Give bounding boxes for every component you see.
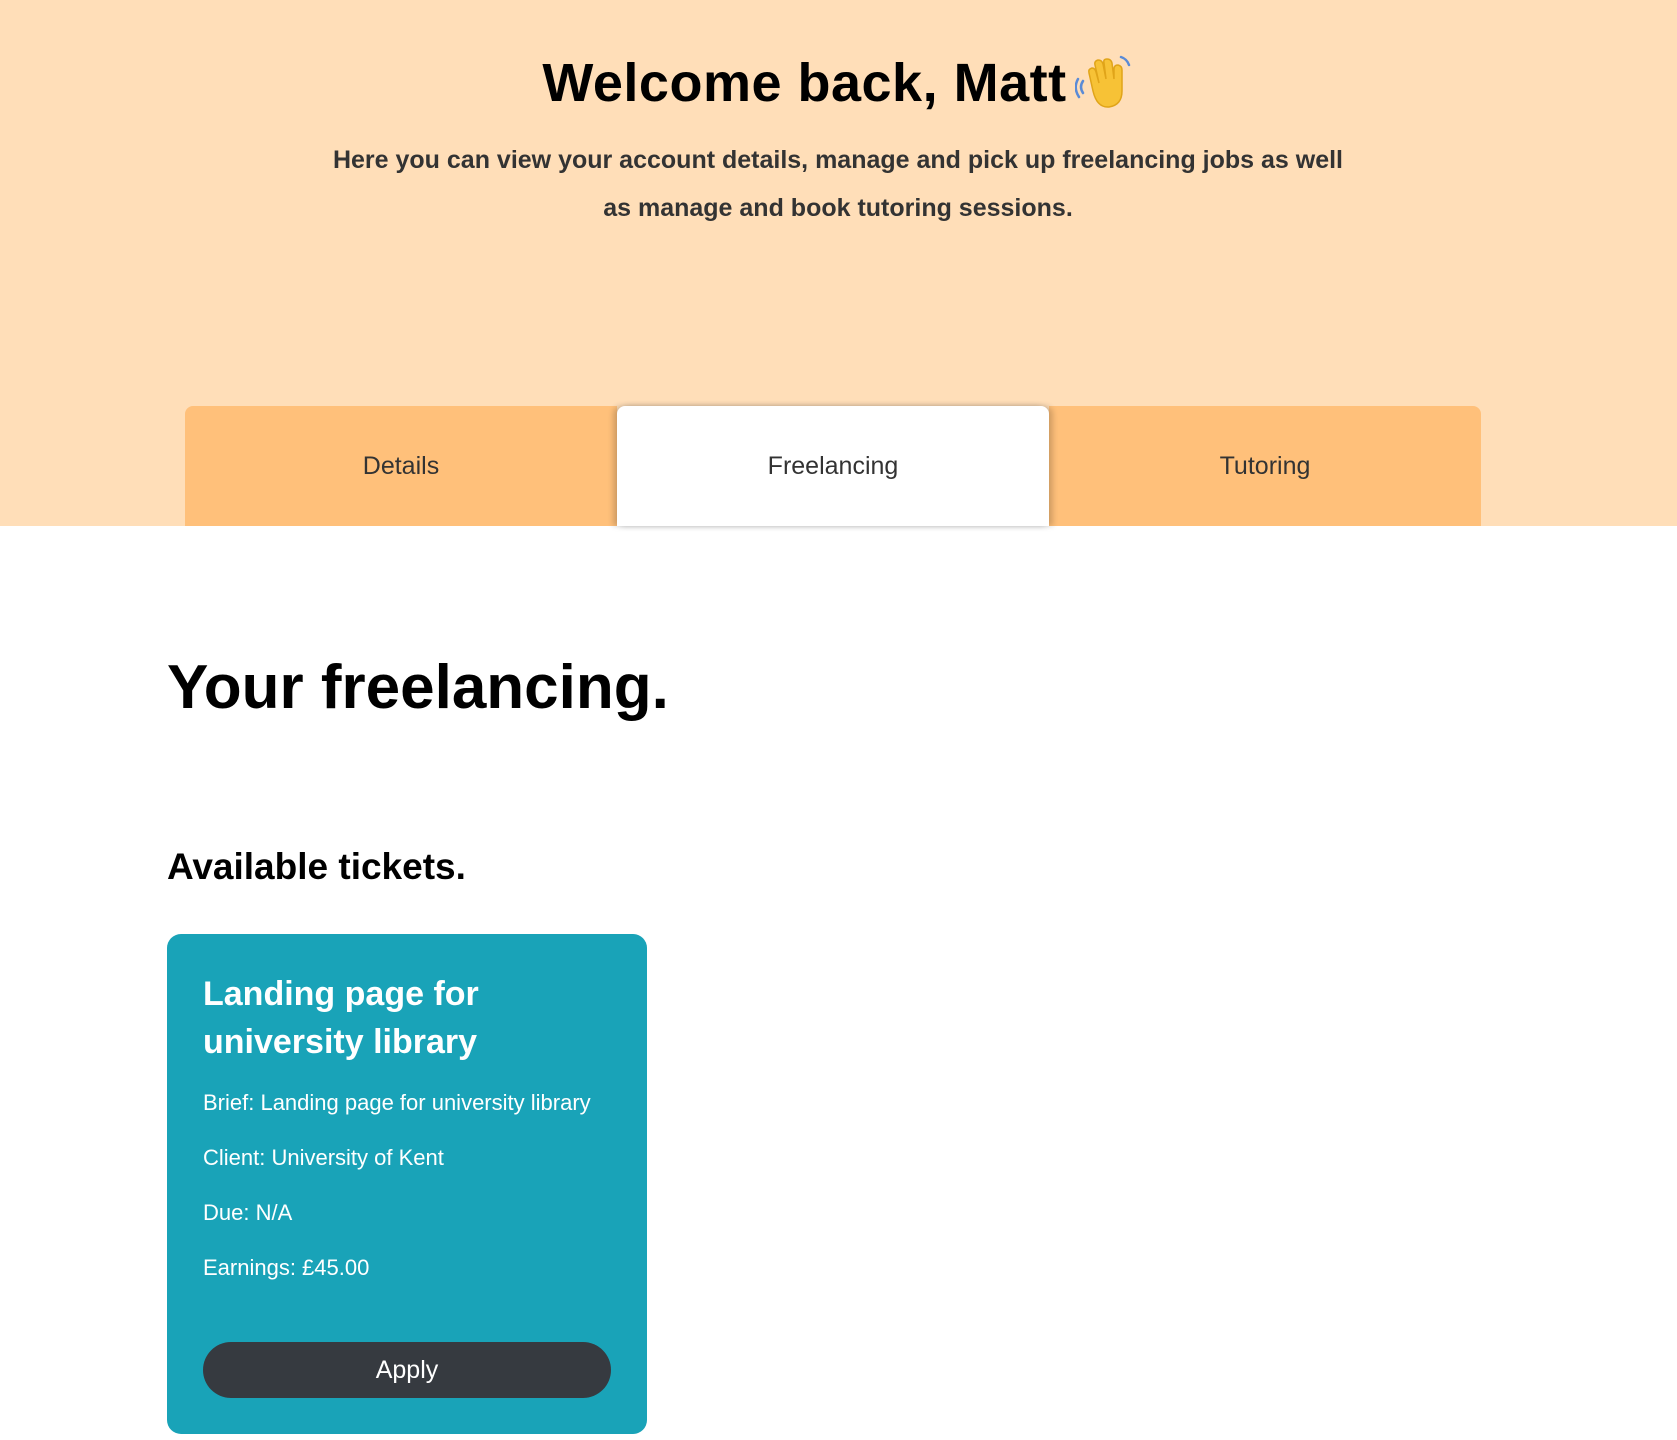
apply-button[interactable]: Apply [203, 1342, 611, 1398]
ticket-earnings: Earnings: £45.00 [203, 1255, 370, 1280]
hero-description: Here you can view your account details, … [332, 146, 1344, 222]
tab-tutoring[interactable]: Tutoring [1049, 406, 1481, 526]
tab-freelancing-label: Freelancing [767, 451, 899, 480]
welcome-heading: Welcome back, Matt [542, 53, 1067, 113]
ticket-client: Client: University of Kent [203, 1145, 444, 1170]
ticket-brief: Brief: Landing page for university libra… [203, 1090, 591, 1115]
tab-tutoring-label: Tutoring [1219, 451, 1311, 480]
tab-bar: Details Freelancing Tutoring [185, 406, 1481, 526]
ticket-title: Landing page for university library [203, 975, 479, 1061]
freelancing-heading: Your freelancing. [167, 653, 669, 722]
tab-details[interactable]: Details [185, 406, 617, 526]
page-title: Welcome back, Matt [0, 48, 1677, 118]
hero-banner: Welcome back, Matt Here you can view you… [0, 0, 1677, 526]
ticket-due: Due: N/A [203, 1200, 293, 1225]
waving-hand-icon [1074, 51, 1135, 111]
tab-freelancing[interactable]: Freelancing [617, 406, 1049, 526]
tab-details-label: Details [362, 451, 440, 480]
available-tickets-heading: Available tickets. [167, 846, 466, 887]
ticket-card: Landing page for university library Brie… [167, 934, 647, 1434]
